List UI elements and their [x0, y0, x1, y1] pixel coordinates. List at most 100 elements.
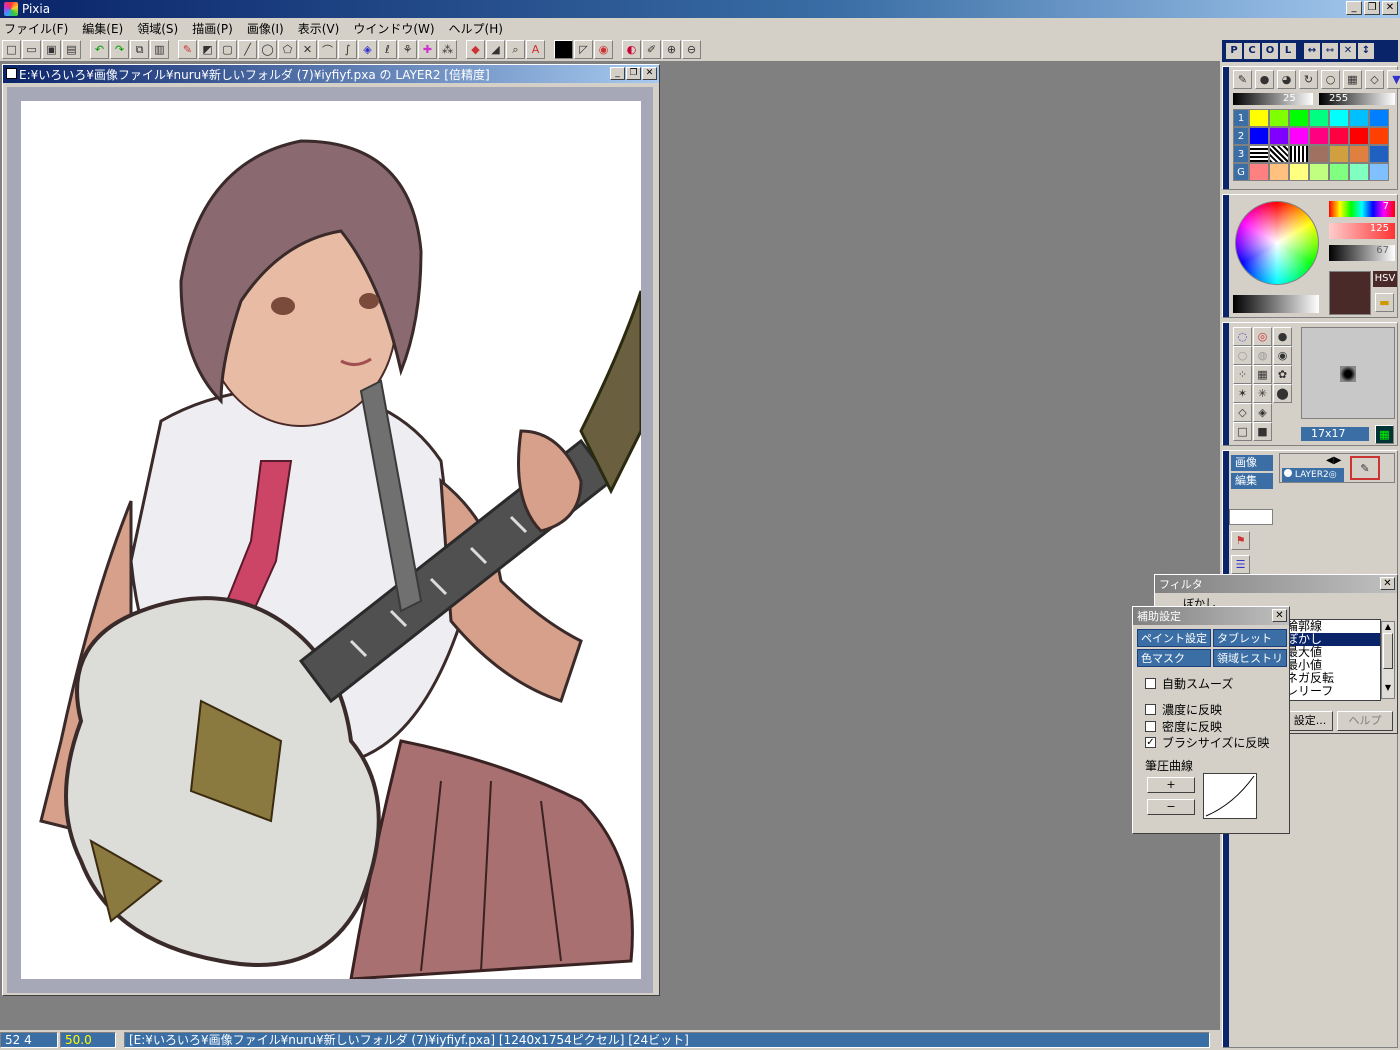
checkbox-box[interactable] — [1145, 678, 1156, 689]
palette-swatch[interactable] — [1309, 163, 1329, 181]
zoom-icon[interactable]: ⌕ — [506, 40, 525, 59]
dropdown-icon[interactable]: ▼ — [1387, 70, 1400, 89]
line-icon[interactable]: ╱ — [238, 40, 257, 59]
eraser-tool-icon[interactable]: ◇ — [1365, 70, 1384, 89]
density-reflect-checkbox[interactable]: 濃度に反映 — [1145, 701, 1222, 718]
brush-scatter-icon[interactable]: ⁘ — [1233, 365, 1252, 384]
palette-p-button[interactable]: P — [1226, 43, 1242, 59]
brush-diamond2-icon[interactable]: ◈ — [1253, 403, 1272, 422]
saturation-slider[interactable]: 125 — [1329, 223, 1395, 239]
drawing-canvas[interactable] — [21, 101, 641, 979]
curve-icon[interactable]: ⌒ — [318, 40, 337, 59]
brush-ring-icon[interactable]: ◉ — [1273, 346, 1292, 365]
paste-icon[interactable]: ▥ — [150, 40, 169, 59]
menu-draw[interactable]: 描画(P) — [192, 20, 233, 37]
panel-close-icon[interactable]: ✕ — [1340, 43, 1356, 59]
palette-c-button[interactable]: C — [1244, 43, 1260, 59]
rotate-icon[interactable]: ↻ — [1299, 70, 1318, 89]
pattern-swatch[interactable] — [1289, 145, 1309, 163]
menu-file[interactable]: ファイル(F) — [4, 20, 68, 37]
palette-swatch[interactable] — [1289, 127, 1309, 145]
checkbox-box[interactable] — [1145, 721, 1156, 732]
brush-light2-icon[interactable]: ◍ — [1253, 346, 1272, 365]
menu-window[interactable]: ウインドウ(W) — [353, 20, 434, 37]
brush-square-filled-icon[interactable]: ■ — [1253, 422, 1272, 441]
swap-color-icon[interactable]: ◸ — [574, 40, 593, 59]
palette-swatch[interactable] — [1349, 163, 1369, 181]
hue-slider[interactable]: 7 — [1329, 201, 1395, 217]
cross-icon[interactable]: ✕ — [298, 40, 317, 59]
pattern-swatch[interactable] — [1369, 145, 1389, 163]
freehand-icon[interactable]: ∫ — [338, 40, 357, 59]
palette-swatch[interactable] — [1289, 163, 1309, 181]
lasso-icon[interactable]: ℓ — [378, 40, 397, 59]
background-color-icon[interactable]: ◉ — [594, 40, 613, 59]
pattern-swatch[interactable] — [1309, 145, 1329, 163]
close-button[interactable]: ✕ — [1382, 1, 1398, 15]
brush-snow-icon[interactable]: ✳ — [1253, 384, 1272, 403]
pattern-swatch[interactable] — [1249, 145, 1269, 163]
brush-square-icon[interactable]: □ — [1233, 422, 1252, 441]
menu-view[interactable]: 表示(V) — [298, 20, 340, 37]
polygon-select-icon[interactable]: ⬠ — [278, 40, 297, 59]
restore-button[interactable]: ❐ — [1364, 1, 1380, 15]
auto-smooth-checkbox[interactable]: 自動スムーズ — [1145, 675, 1233, 692]
palette-row-label[interactable]: 2 — [1233, 127, 1249, 145]
layer-image-tab[interactable]: 画像 — [1231, 455, 1273, 471]
layer-edit-tab[interactable]: 編集 — [1231, 473, 1273, 489]
grid-select-icon[interactable]: ⁂ — [438, 40, 457, 59]
brush-star-icon[interactable]: ✶ — [1233, 384, 1252, 403]
scroll-thumb[interactable] — [1383, 633, 1393, 669]
gray-gradient-bar[interactable] — [1233, 295, 1319, 313]
brush-solid-icon[interactable]: ⬤ — [1273, 384, 1292, 403]
brush-size-reflect-checkbox[interactable]: ✓ ブラシサイズに反映 — [1145, 734, 1269, 751]
tab-color-mask[interactable]: 色マスク — [1137, 649, 1211, 667]
palette-swatch[interactable] — [1249, 163, 1269, 181]
palette-swatch[interactable] — [1289, 109, 1309, 127]
new-file-icon[interactable]: □ — [2, 40, 21, 59]
menu-help[interactable]: ヘルプ(H) — [449, 20, 503, 37]
layer-opacity-box[interactable] — [1229, 509, 1273, 525]
brush-diamond-icon[interactable]: ◇ — [1233, 403, 1252, 422]
wand-icon[interactable]: ⚘ — [398, 40, 417, 59]
palette-l-button[interactable]: L — [1280, 43, 1296, 59]
color-circle-icon[interactable]: ◐ — [622, 40, 641, 59]
doc-restore-button[interactable]: ❐ — [626, 67, 641, 80]
palette-o-button[interactable]: O — [1262, 43, 1278, 59]
blur-icon[interactable]: ○ — [1321, 70, 1340, 89]
pattern-swatch[interactable] — [1269, 145, 1289, 163]
checkbox-box[interactable] — [1145, 704, 1156, 715]
palette-swatch[interactable] — [1329, 127, 1349, 145]
pin-icon[interactable]: ⚑ — [1231, 531, 1250, 550]
gradient-icon[interactable]: ◢ — [486, 40, 505, 59]
save-icon[interactable]: ▣ — [42, 40, 61, 59]
brush-soft-icon[interactable]: ◎ — [1253, 327, 1272, 346]
value-slider[interactable]: 67 — [1329, 245, 1395, 261]
print-icon[interactable]: ▤ — [62, 40, 81, 59]
palette-swatch[interactable] — [1349, 109, 1369, 127]
brush-flower-icon[interactable]: ✿ — [1273, 365, 1292, 384]
color-select-icon[interactable]: ✚ — [418, 40, 437, 59]
expand-vertical-icon[interactable]: ↕ — [1358, 43, 1374, 59]
folder-icon[interactable]: ▬ — [1375, 293, 1394, 312]
zoom-in-icon[interactable]: ⊕ — [662, 40, 681, 59]
palette-swatch[interactable] — [1269, 109, 1289, 127]
pressure-curve-graph[interactable] — [1203, 773, 1257, 819]
brightness-slider[interactable]: 25 — [1233, 93, 1313, 105]
palette-row-label[interactable]: G — [1233, 163, 1249, 181]
palette-swatch[interactable] — [1309, 127, 1329, 145]
layer-arrows-icon[interactable]: ◀▶ — [1326, 455, 1341, 466]
layer-row[interactable]: LAYER2◎ — [1282, 468, 1344, 482]
foreground-color-icon[interactable] — [554, 40, 573, 59]
brush-round-icon[interactable]: ◌ — [1233, 327, 1252, 346]
layer-visible-icon[interactable] — [1284, 469, 1292, 477]
circle-select-icon[interactable]: ◯ — [258, 40, 277, 59]
palette-swatch[interactable] — [1349, 127, 1369, 145]
pen-tool-icon[interactable]: ✎ — [1233, 70, 1252, 89]
smudge-icon[interactable]: ◕ — [1277, 70, 1296, 89]
layer-pen-icon[interactable]: ✎ — [1350, 456, 1380, 480]
stamp-icon[interactable]: ▦ — [1343, 70, 1362, 89]
rect-select-icon[interactable]: ▢ — [218, 40, 237, 59]
shrink-horizontal-icon[interactable]: ⇿ — [1322, 43, 1338, 59]
brush-grain-icon[interactable]: ▦ — [1253, 365, 1272, 384]
